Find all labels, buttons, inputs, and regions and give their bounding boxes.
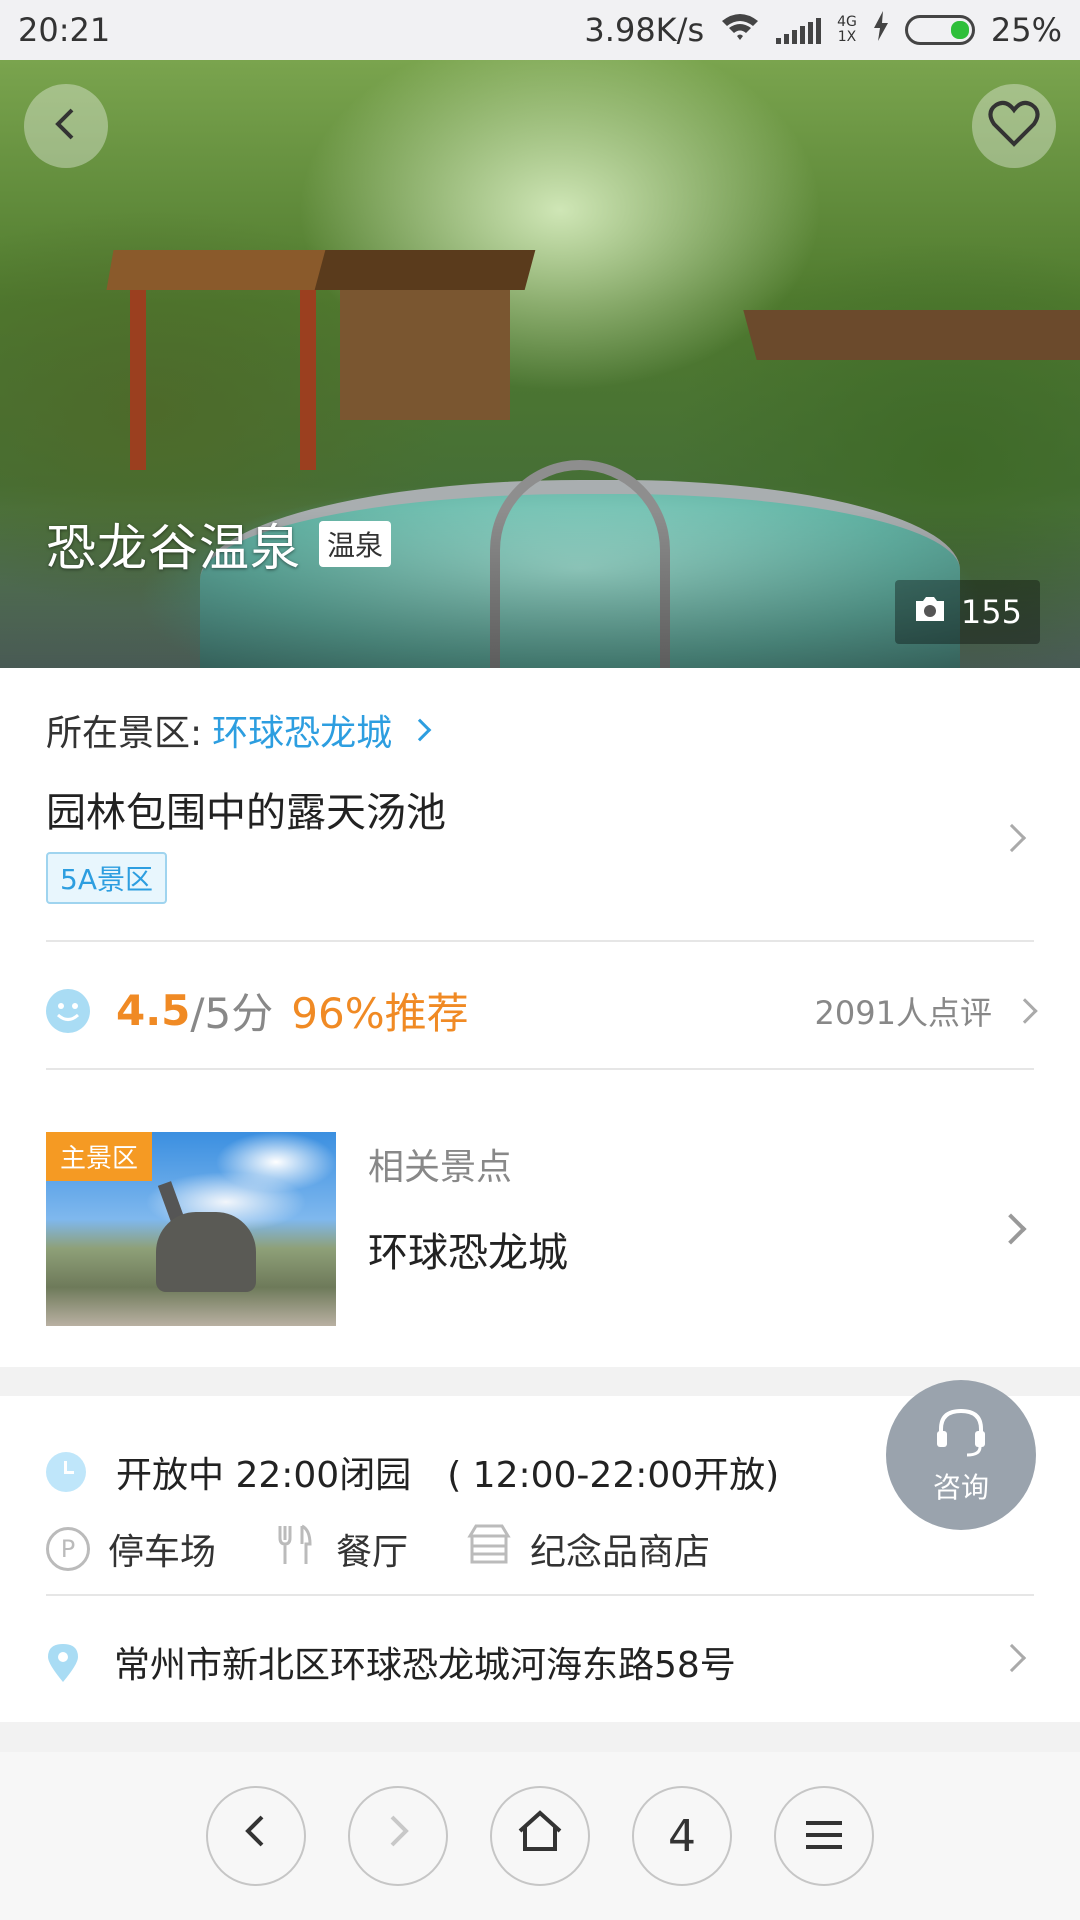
address-text: 常州市新北区环球恐龙城河海东路58号: [114, 1645, 736, 1686]
chevron-left-icon: [46, 104, 86, 148]
rating-score: 4.5: [116, 986, 191, 1035]
attraction-subtitle[interactable]: 园林包围中的露天汤池: [46, 780, 1034, 838]
wifi-icon: [720, 11, 760, 49]
divider: [46, 1594, 1034, 1596]
pavilion-illustration: [106, 250, 354, 470]
photo-count-button[interactable]: 155: [894, 580, 1040, 644]
review-count[interactable]: 2091人点评: [815, 988, 992, 1034]
chevron-right-icon: [378, 1811, 418, 1862]
location-pin-icon: [46, 1642, 80, 1682]
info-card: 所在景区: 环球恐龙城 园林包围中的露天汤池 5A景区 4.5 /5分 96%推…: [0, 668, 1080, 1367]
related-attraction[interactable]: 相关景点 环球恐龙城: [368, 1138, 568, 1278]
related-caption: 相关景点: [368, 1147, 513, 1188]
recommend-rate: 96%推荐: [291, 989, 469, 1038]
status-time: 20:21: [18, 11, 111, 49]
network-type: 4G 1X: [837, 15, 857, 45]
facility-label: 餐厅: [336, 1531, 409, 1573]
dinosaur-statue-illustration: [156, 1212, 256, 1292]
chevron-right-icon: [1012, 997, 1038, 1024]
category-tag: 温泉: [319, 521, 392, 567]
opening-hours: 开放中 22:00闭园 ( 12:00-22:00开放): [116, 1455, 780, 1496]
signal-icon: [776, 16, 822, 44]
facility-restaurant: 餐厅: [274, 1522, 408, 1575]
nav-back-button[interactable]: [206, 1786, 306, 1886]
charging-icon: [873, 11, 889, 49]
nav-home-button[interactable]: [490, 1786, 590, 1886]
parking-icon: P: [46, 1526, 90, 1571]
consult-button[interactable]: 咨询: [886, 1380, 1036, 1530]
scenic-area-label: 所在景区:: [46, 713, 203, 754]
chevron-right-icon: [408, 718, 432, 742]
related-name: 环球恐龙城: [368, 1230, 568, 1276]
scenic-area-row[interactable]: 所在景区: 环球恐龙城: [46, 704, 1034, 756]
divider: [46, 1068, 1034, 1070]
main-area-label: 主景区: [46, 1132, 153, 1181]
grade-badge: 5A景区: [46, 852, 167, 904]
chevron-left-icon: [236, 1811, 276, 1862]
back-button[interactable]: [24, 84, 108, 168]
nav-menu-button[interactable]: [774, 1786, 874, 1886]
heart-icon: [988, 100, 1040, 152]
related-attraction-image[interactable]: 主景区: [46, 1132, 336, 1326]
favorite-button[interactable]: [972, 84, 1056, 168]
facility-shop: 纪念品商店: [466, 1522, 710, 1575]
house-illustration: [314, 250, 536, 420]
photo-count: 155: [960, 593, 1022, 631]
nav-tabs-button[interactable]: 4: [632, 1786, 732, 1886]
clock-icon: [46, 1452, 86, 1492]
facility-label: 停车场: [108, 1531, 217, 1573]
nav-forward-button[interactable]: [348, 1786, 448, 1886]
pavilion-illustration-right: [743, 310, 1080, 450]
hero-title: 恐龙谷温泉 温泉: [46, 508, 392, 580]
shop-icon: [466, 1522, 512, 1575]
rating-max: /5分: [190, 989, 274, 1038]
network-type-top: 4G: [837, 14, 857, 30]
menu-icon: [804, 1811, 844, 1862]
divider: [46, 940, 1034, 942]
rating-row[interactable]: 4.5 /5分 96%推荐 2091人点评: [46, 980, 1038, 1041]
network-type-bottom: 1X: [837, 29, 857, 45]
battery-icon: [904, 15, 975, 45]
fork-knife-icon: [274, 1522, 318, 1575]
chevron-right-icon: [995, 1213, 1027, 1245]
address-row[interactable]: 常州市新北区环球恐龙城河海东路58号: [46, 1636, 1034, 1688]
bottom-navigation: 4: [0, 1752, 1080, 1920]
headset-icon: [931, 1405, 991, 1466]
home-icon: [516, 1809, 564, 1864]
camera-icon: [913, 593, 947, 631]
network-speed: 3.98K/s: [584, 11, 705, 49]
attraction-name: 恐龙谷温泉: [46, 519, 301, 577]
smile-icon: [46, 988, 90, 1033]
battery-level: 25%: [990, 11, 1062, 49]
status-bar: 20:21 3.98K/s 4G 1X 25%: [0, 0, 1080, 60]
facility-parking: P 停车场: [46, 1523, 216, 1575]
facilities-row: P 停车场 餐厅 纪念品商店: [46, 1522, 1034, 1575]
scenic-area-link[interactable]: 环球恐龙城: [212, 704, 392, 756]
facility-label: 纪念品商店: [530, 1531, 711, 1573]
consult-label: 咨询: [932, 1470, 989, 1504]
